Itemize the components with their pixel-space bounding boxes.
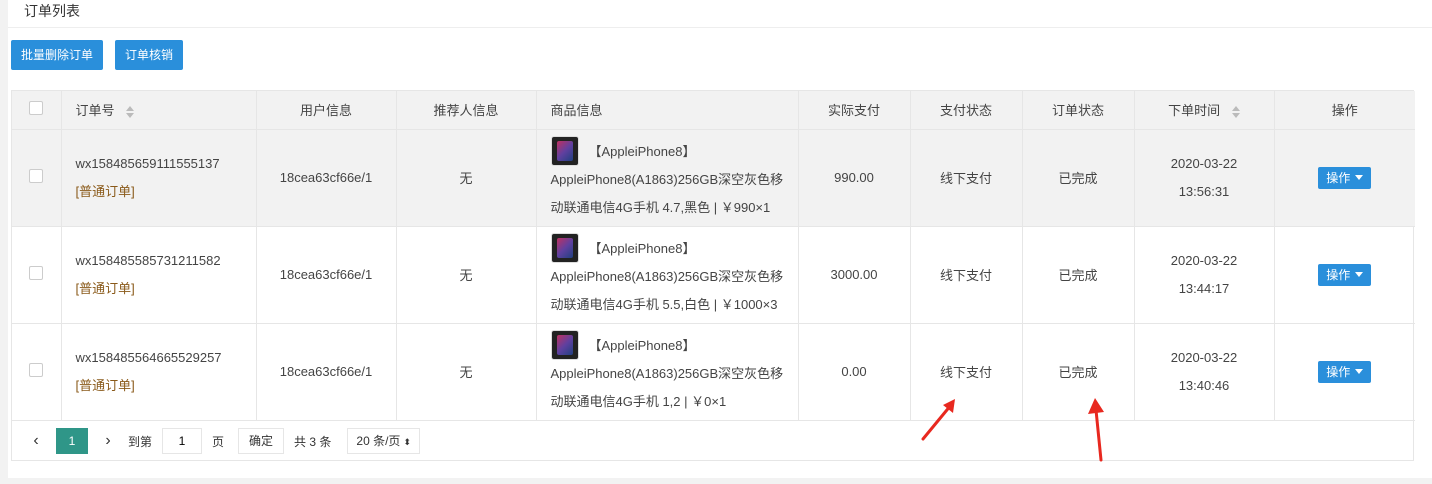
product-thumbnail [550, 329, 579, 360]
header-order-status: 订单状态 [1022, 91, 1135, 130]
annotation-arrow-icon [1088, 398, 1104, 462]
goods-desc-line1: AppleiPhone8(A1863)256GB深空灰色移 [550, 171, 784, 187]
user-info: 18cea63cf66e/1 [256, 129, 397, 227]
paid-amount: 3000.00 [798, 226, 911, 324]
referrer-info: 无 [396, 323, 537, 421]
order-date: 2020-03-22 [1170, 252, 1238, 268]
row-checkbox[interactable] [29, 363, 44, 377]
goods-desc-line2: 动联通电信4G手机 1,2 | ￥0×1 [550, 393, 727, 409]
row-checkbox[interactable] [29, 169, 44, 183]
product-thumbnail [550, 232, 579, 263]
header-goods: 商品信息 [536, 91, 799, 130]
order-time: 2020-03-22 13:56:31 [1134, 129, 1275, 227]
table-row: wx158485585731211582 [普通订单] 18cea63cf66e… [12, 226, 1415, 324]
header-paid: 实际支付 [798, 91, 911, 130]
product-thumbnail [550, 135, 579, 166]
referrer-info: 无 [396, 226, 537, 324]
prev-page-icon[interactable]: ‹ [26, 432, 46, 450]
header-time-label: 下单时间 [1168, 103, 1221, 119]
order-status: 已完成 [1022, 129, 1135, 227]
panel-title: 订单列表 [8, 0, 1432, 28]
order-type: [普通订单] [75, 280, 135, 296]
action-label: 操作 [1326, 267, 1351, 282]
pay-status: 线下支付 [910, 129, 1023, 227]
goto-confirm-button[interactable]: 确定 [238, 428, 285, 454]
caret-down-icon [1355, 368, 1364, 374]
table-row: wx158485564665529257 [普通订单] 18cea63cf66e… [12, 323, 1415, 421]
page-size-value: 20 条/页 [356, 434, 401, 448]
header-actions: 操作 [1274, 91, 1415, 130]
goto-label: 到第 [128, 434, 153, 449]
goods-desc-line1: AppleiPhone8(A1863)256GB深空灰色移 [550, 268, 784, 284]
toolbar: 批量删除订单 订单核销 [11, 40, 184, 70]
order-clock: 13:44:17 [1178, 280, 1230, 296]
caret-down-icon [1355, 174, 1364, 180]
paid-amount: 990.00 [798, 129, 911, 227]
order-date: 2020-03-22 [1170, 349, 1238, 365]
order-number: wx158485585731211582 [75, 252, 221, 268]
goods-title: 【AppleiPhone8】 [588, 241, 696, 256]
row-checkbox[interactable] [29, 266, 44, 280]
page-size-select[interactable]: 20 条/页 ⬍ [347, 428, 420, 454]
header-select-all[interactable] [12, 91, 62, 130]
page-unit-label: 页 [212, 434, 225, 449]
total-count: 共 3 条 [294, 434, 332, 449]
pay-status: 线下支付 [910, 226, 1023, 324]
order-type: [普通订单] [75, 377, 135, 393]
header-user: 用户信息 [256, 91, 397, 130]
user-info: 18cea63cf66e/1 [256, 226, 397, 324]
goods-info: 【AppleiPhone8】 AppleiPhone8(A1863)256GB深… [536, 226, 799, 324]
table-header-row: 订单号 用户信息 推荐人信息 商品信息 实际支付 支付状态 订单状态 下单时间 … [12, 91, 1415, 130]
header-time[interactable]: 下单时间 [1134, 91, 1275, 130]
goods-info: 【AppleiPhone8】 AppleiPhone8(A1863)256GB深… [536, 129, 799, 227]
paid-amount: 0.00 [798, 323, 911, 421]
order-time: 2020-03-22 13:40:46 [1134, 323, 1275, 421]
order-table: 订单号 用户信息 推荐人信息 商品信息 实际支付 支付状态 订单状态 下单时间 … [11, 90, 1415, 461]
user-info: 18cea63cf66e/1 [256, 323, 397, 421]
order-number: wx158485659111555137 [75, 155, 220, 171]
action-label: 操作 [1326, 364, 1351, 379]
goto-page-input[interactable] [162, 428, 203, 454]
pagination: ‹ 1 › 到第 页 确定 共 3 条 20 条/页⬍ [12, 421, 1413, 461]
batch-delete-button[interactable]: 批量删除订单 [11, 40, 104, 70]
goods-info: 【AppleiPhone8】 AppleiPhone8(A1863)256GB深… [536, 323, 799, 421]
table-row: wx158485659111555137 [普通订单] 18cea63cf66e… [12, 129, 1415, 227]
action-dropdown-button[interactable]: 操作 [1318, 360, 1372, 383]
page-1-button[interactable]: 1 [56, 428, 88, 454]
action-dropdown-button[interactable]: 操作 [1318, 263, 1372, 286]
order-status: 已完成 [1022, 226, 1135, 324]
caret-down-icon [1355, 271, 1364, 277]
goods-desc-line1: AppleiPhone8(A1863)256GB深空灰色移 [550, 365, 784, 381]
header-pay-status: 支付状态 [910, 91, 1023, 130]
sort-icon[interactable] [126, 105, 135, 118]
order-date: 2020-03-22 [1170, 155, 1238, 171]
order-number: wx158485564665529257 [75, 349, 222, 365]
updown-icon: ⬍ [403, 437, 411, 447]
goods-desc-line2: 动联通电信4G手机 5.5,白色 | ￥1000×3 [550, 296, 778, 312]
action-label: 操作 [1326, 170, 1351, 185]
order-clock: 13:56:31 [1178, 183, 1230, 199]
header-order-no[interactable]: 订单号 [61, 91, 257, 130]
goods-desc-line2: 动联通电信4G手机 4.7,黑色 | ￥990×1 [550, 199, 771, 215]
sort-icon[interactable] [1231, 105, 1240, 118]
referrer-info: 无 [396, 129, 537, 227]
header-referrer: 推荐人信息 [396, 91, 537, 130]
order-clock: 13:40:46 [1178, 377, 1230, 393]
select-all-checkbox[interactable] [29, 101, 44, 116]
order-type: [普通订单] [75, 183, 135, 199]
annotation-arrow-icon [921, 399, 955, 441]
goods-title: 【AppleiPhone8】 [588, 338, 696, 353]
order-verify-button[interactable]: 订单核销 [115, 40, 184, 70]
header-order-no-label: 订单号 [75, 103, 115, 119]
next-page-icon[interactable]: › [98, 432, 118, 450]
order-status: 已完成 [1022, 323, 1135, 421]
goods-title: 【AppleiPhone8】 [588, 144, 696, 159]
action-dropdown-button[interactable]: 操作 [1318, 166, 1372, 189]
order-time: 2020-03-22 13:44:17 [1134, 226, 1275, 324]
